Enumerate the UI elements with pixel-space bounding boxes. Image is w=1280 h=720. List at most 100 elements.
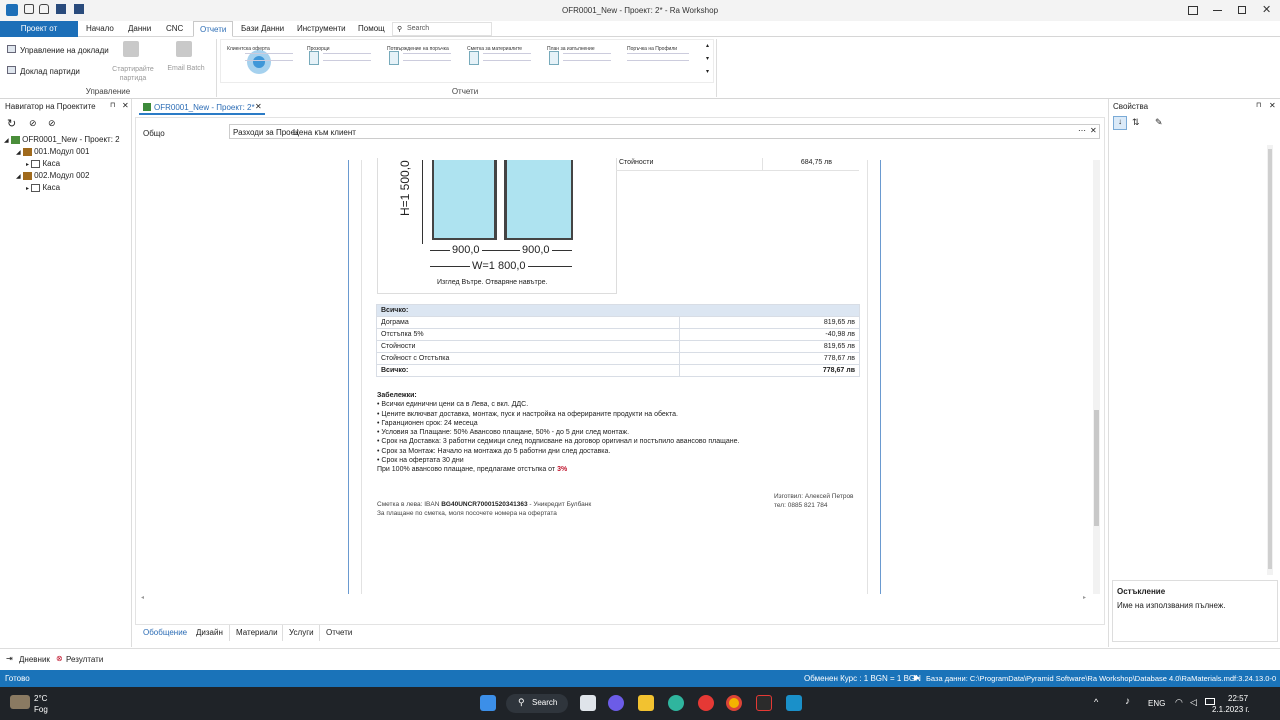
prepared-by: Изготвил: Алексей Петров — [774, 493, 854, 500]
sort-alpha-icon[interactable]: ⇅ — [1132, 117, 1140, 128]
email-batch-button[interactable]: Email Batch — [164, 65, 208, 72]
tab-tools[interactable]: Инструменти — [291, 21, 352, 37]
note-line: • Срок на Доставка: 3 работни седмици сл… — [377, 438, 740, 446]
tab-services[interactable]: Услуги — [282, 625, 320, 641]
summary-value: 684,75 лв — [800, 159, 832, 166]
close-tab-icon[interactable]: ✕ — [255, 102, 262, 111]
close-icon[interactable]: ✕ — [1090, 126, 1097, 135]
wrench-icon[interactable]: ✎ — [1155, 117, 1163, 128]
start-batch-button[interactable]: Стартирайте партида — [106, 65, 160, 83]
pin-icon[interactable]: ⊓ — [110, 101, 115, 109]
gallery-item-client-offer[interactable]: Клиентска оферта — [223, 40, 297, 76]
chrome-icon[interactable] — [726, 695, 742, 711]
gallery-item-bill-of-materials[interactable]: Сметка за материалите — [461, 40, 535, 76]
clock-time[interactable]: 22:57 — [1228, 694, 1248, 703]
dim-total: W=1 800,0 — [470, 260, 528, 272]
results-icon: ⊗ — [56, 654, 63, 663]
report-gallery[interactable]: Клиентска оферта Прозорци Потвърждение н… — [220, 39, 714, 83]
tab-reports-bottom[interactable]: Отчети — [319, 625, 358, 641]
tab-databases[interactable]: Бази Данни — [235, 21, 290, 37]
gallery-item-windows[interactable]: Прозорци — [301, 40, 375, 76]
thumb-lines — [323, 53, 371, 61]
gallery-item-order-confirmation[interactable]: Потвърждение на поръчка — [381, 40, 455, 76]
refresh-icon[interactable]: ↻ — [7, 117, 16, 130]
app-icon-v[interactable] — [786, 695, 802, 711]
microphone-icon[interactable]: ♪ — [1125, 696, 1130, 707]
scroll-left-icon[interactable]: ◂ — [141, 594, 144, 601]
clock-date[interactable]: 2.1.2023 г. — [1212, 705, 1250, 714]
tab-file[interactable]: Проект от файл — [0, 21, 78, 49]
tab-reports[interactable]: Отчети — [193, 21, 234, 37]
horizontal-scrollbar[interactable]: ◂ ▸ — [139, 594, 1093, 604]
tree-item-module-1[interactable]: ◢ 001.Модул 001 — [16, 147, 89, 156]
scrollbar-thumb[interactable] — [1094, 410, 1099, 526]
task-view-icon[interactable] — [580, 695, 596, 711]
gallery-item-execution-plan[interactable]: План за изпълнение — [541, 40, 615, 76]
tab-summary[interactable]: Обобщение — [137, 625, 193, 641]
tab-design[interactable]: Дизайн — [190, 625, 229, 641]
chat-icon[interactable] — [608, 695, 624, 711]
tab-cnc[interactable]: CNC — [160, 21, 189, 37]
file-explorer-icon[interactable] — [638, 695, 654, 711]
ra-workshop-icon[interactable] — [756, 695, 772, 711]
more-icon[interactable]: ⋯ — [1078, 126, 1086, 135]
tab-home[interactable]: Начало — [80, 21, 120, 37]
attach-icon[interactable]: ⊘ — [48, 118, 56, 129]
scroll-right-icon[interactable]: ▸ — [1083, 594, 1086, 601]
language-indicator[interactable]: ENG — [1148, 699, 1165, 708]
battery-icon[interactable] — [1205, 698, 1215, 705]
tab-help[interactable]: Помощ — [352, 21, 391, 37]
minimize-icon[interactable] — [1213, 10, 1222, 11]
bank-suffix: - Уникредит Булбанк — [527, 501, 592, 508]
properties-scrollbar[interactable] — [1267, 145, 1273, 575]
journal-button[interactable]: Дневник — [19, 655, 50, 664]
table-row: Дограма 819,65 лв — [376, 316, 860, 329]
close-icon[interactable]: ✕ — [122, 101, 129, 110]
gallery-expand-icon[interactable]: ▾ — [706, 68, 709, 75]
weather-icon — [10, 695, 30, 709]
tree-item-frame-1[interactable]: ▸ Каса — [26, 159, 60, 168]
pin-icon[interactable]: ⊓ — [1256, 101, 1261, 109]
notes-title: Забележки: — [377, 392, 417, 399]
start-icon[interactable] — [480, 695, 496, 711]
help-icon[interactable] — [1188, 6, 1198, 15]
totals-label: Стойност с Отстъпка — [376, 352, 680, 365]
manage-reports-button[interactable]: Управление на доклади — [20, 46, 109, 55]
close-icon[interactable]: ✕ — [1269, 101, 1276, 110]
document-tab[interactable]: OFR0001_New - Проект: 2* ✕ — [139, 100, 265, 115]
link-icon[interactable]: ⊘ — [29, 118, 37, 129]
tab-materials[interactable]: Материали — [229, 625, 284, 641]
tree-item-module-2[interactable]: ◢ 002.Модул 002 — [16, 171, 89, 180]
ribbon-search[interactable]: ⚲ Search — [392, 22, 492, 36]
report-option-client-price[interactable]: Цена към клиент — [293, 128, 356, 137]
vertical-scrollbar[interactable] — [1093, 160, 1100, 594]
edge-icon[interactable] — [668, 695, 684, 711]
collapse-icon: ▸ — [26, 186, 30, 192]
volume-icon[interactable]: ◁ — [1190, 697, 1197, 708]
group-label-manage: Управление — [85, 87, 131, 96]
bank-prefix: Сметка в лева: IBAN — [377, 501, 440, 508]
restore-icon[interactable] — [1238, 6, 1246, 14]
drawing-caption: Изглед Вътре. Отваряне навътре. — [437, 279, 548, 286]
report-option-cost[interactable]: Разходи за Проек — [233, 128, 299, 137]
gallery-scroll-up-icon[interactable]: ▴ — [706, 42, 709, 49]
scrollbar-thumb[interactable] — [1268, 149, 1272, 569]
batch-report-button[interactable]: Доклад партиди — [20, 67, 80, 76]
window-glass-right — [505, 160, 573, 240]
tray-chevron-icon[interactable]: ^ — [1094, 697, 1098, 707]
totals-value: 819,65 лв — [679, 316, 860, 329]
close-icon[interactable]: ✕ — [1262, 3, 1271, 16]
manage-reports-icon — [7, 45, 16, 53]
gallery-scroll-down-icon[interactable]: ▾ — [706, 55, 709, 62]
tree-item-project[interactable]: ◢ OFR0001_New - Проект: 2 — [4, 135, 120, 144]
tree-item-frame-2[interactable]: ▸ Каса — [26, 183, 60, 192]
wifi-icon[interactable]: ◠ — [1175, 697, 1183, 708]
database-icon: ▶ — [914, 673, 921, 682]
media-player-icon[interactable] — [698, 695, 714, 711]
tab-data[interactable]: Данни — [122, 21, 157, 37]
sort-category-icon[interactable]: ↓ — [1113, 116, 1127, 130]
results-button[interactable]: Резултати — [66, 655, 103, 664]
taskbar-search[interactable]: ⚲ Search — [506, 694, 568, 713]
tree-label: Каса — [42, 159, 61, 168]
gallery-item-profile-order[interactable]: Поръчка на Профили — [621, 40, 695, 76]
